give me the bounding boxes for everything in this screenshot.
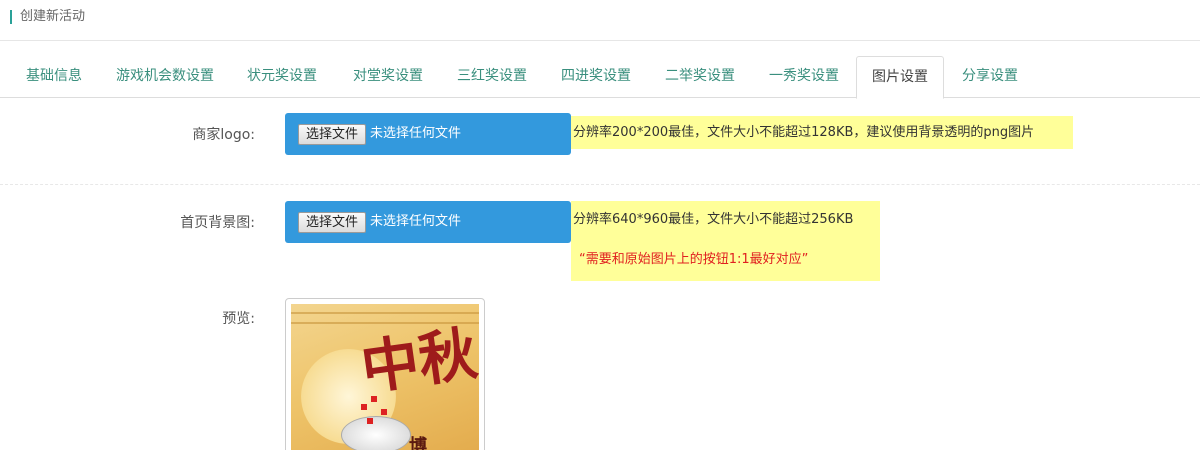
tab-basic-info[interactable]: 基础信息	[10, 56, 98, 98]
background-hint-text: 分辨率640*960最佳，文件大小不能超过256KB	[573, 212, 854, 227]
background-hint: 分辨率640*960最佳，文件大小不能超过256KB “需要和原始图片上的按钮1…	[571, 201, 880, 281]
preview-label: 预览:	[222, 311, 255, 327]
preview-dice	[361, 404, 367, 410]
page-title: 创建新活动	[20, 9, 86, 24]
tab-share-settings[interactable]: 分享设置	[948, 56, 1032, 98]
tab-bar: 基础信息 游戏机会数设置 状元奖设置 对堂奖设置 三红奖设置 四进奖设置 二举奖…	[0, 56, 1200, 99]
tab-sijin-prize[interactable]: 四进奖设置	[546, 56, 646, 98]
tab-duitang-prize[interactable]: 对堂奖设置	[338, 56, 438, 98]
background-label: 首页背景图:	[180, 215, 255, 231]
logo-label: 商家logo:	[192, 127, 255, 143]
preview-dice-bowl	[341, 416, 411, 450]
preview-dice	[381, 409, 387, 415]
preview-frame: 中秋 博	[285, 298, 485, 450]
logo-file-input[interactable]: 选择文件 未选择任何文件	[285, 113, 571, 155]
preview-calligraphy: 中秋	[356, 319, 479, 403]
background-choose-file-button[interactable]: 选择文件	[298, 212, 367, 233]
tab-zhuangyuan-prize[interactable]: 状元奖设置	[232, 56, 332, 98]
tab-image-settings[interactable]: 图片设置	[856, 56, 944, 99]
tab-yixiu-prize[interactable]: 一秀奖设置	[754, 56, 854, 98]
background-hint-note: “需要和原始图片上的按钮1:1最好对应”	[579, 252, 809, 267]
title-accent-bar	[10, 10, 12, 24]
page-header: 创建新活动	[0, 0, 1200, 41]
logo-choose-file-button[interactable]: 选择文件	[298, 124, 367, 145]
preview-small-character: 博	[409, 436, 427, 450]
background-file-input[interactable]: 选择文件 未选择任何文件	[285, 201, 571, 243]
tab-erju-prize[interactable]: 二举奖设置	[650, 56, 750, 98]
background-file-status: 未选择任何文件	[370, 214, 462, 229]
tab-game-chances[interactable]: 游戏机会数设置	[103, 56, 227, 98]
preview-image: 中秋 博	[291, 304, 479, 450]
preview-dice	[367, 418, 373, 424]
logo-file-status: 未选择任何文件	[370, 126, 462, 141]
section-divider	[0, 184, 1200, 185]
tab-sanhong-prize[interactable]: 三红奖设置	[442, 56, 542, 98]
logo-hint: 分辨率200*200最佳，文件大小不能超过128KB，建议使用背景透明的png图…	[571, 116, 1073, 149]
preview-dice	[371, 396, 377, 402]
